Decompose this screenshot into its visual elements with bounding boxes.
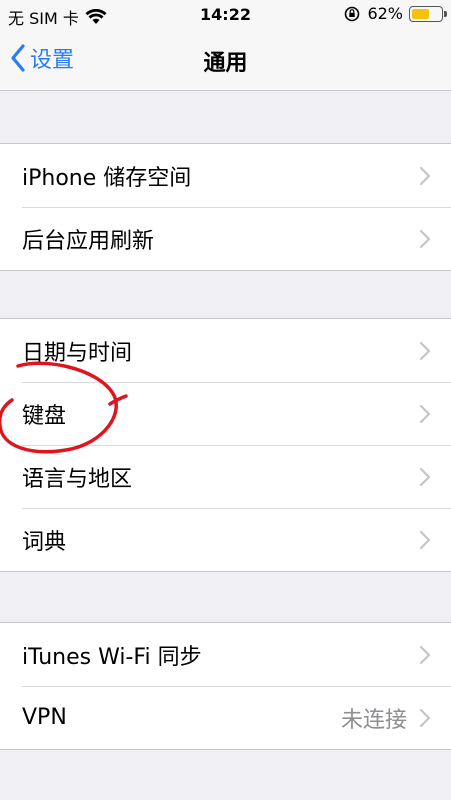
row-label: iPhone 储存空间	[22, 165, 192, 191]
row-label: 键盘	[22, 403, 67, 429]
status-right: 62%	[343, 4, 447, 23]
settings-group-sync: iTunes Wi-Fi 同步 VPN 未连接	[0, 622, 451, 750]
battery-cap	[444, 10, 447, 17]
row-keyboard[interactable]: 键盘	[0, 382, 451, 445]
row-label: iTunes Wi-Fi 同步	[22, 644, 202, 670]
chevron-right-icon	[419, 708, 431, 727]
page-title: 通用	[203, 51, 248, 76]
row-language-region[interactable]: 语言与地区	[0, 445, 451, 508]
chevron-right-icon	[419, 404, 431, 423]
chevron-right-icon	[419, 645, 431, 664]
chevron-right-icon	[419, 530, 431, 549]
chevron-right-icon	[419, 229, 431, 248]
row-label: VPN	[22, 705, 67, 730]
battery-icon	[409, 5, 447, 22]
chevron-right-icon	[419, 467, 431, 486]
battery-percent: 62%	[367, 4, 403, 23]
row-itunes-wifi-sync[interactable]: iTunes Wi-Fi 同步	[0, 623, 451, 686]
row-label: 日期与时间	[22, 340, 133, 366]
row-label: 语言与地区	[22, 466, 133, 492]
chevron-right-icon	[419, 341, 431, 360]
row-vpn[interactable]: VPN 未连接	[0, 686, 451, 749]
chevron-right-icon	[419, 166, 431, 185]
row-dictionary[interactable]: 词典	[0, 508, 451, 571]
settings-group-language: 日期与时间 键盘 语言与地区 词典	[0, 318, 451, 572]
row-iphone-storage[interactable]: iPhone 储存空间	[0, 144, 451, 207]
row-label: 后台应用刷新	[22, 228, 155, 254]
vpn-status-value: 未连接	[340, 707, 407, 733]
orientation-lock-icon	[345, 6, 360, 21]
battery-level	[412, 8, 430, 19]
row-background-refresh[interactable]: 后台应用刷新	[0, 207, 451, 270]
row-date-time[interactable]: 日期与时间	[0, 319, 451, 382]
settings-group-storage: iPhone 储存空间 后台应用刷新	[0, 143, 451, 271]
navigation-bar: 设置 通用	[0, 30, 451, 91]
row-label: 词典	[22, 529, 67, 555]
status-bar: 无 SIM 卡 14:22 62%	[0, 0, 451, 30]
